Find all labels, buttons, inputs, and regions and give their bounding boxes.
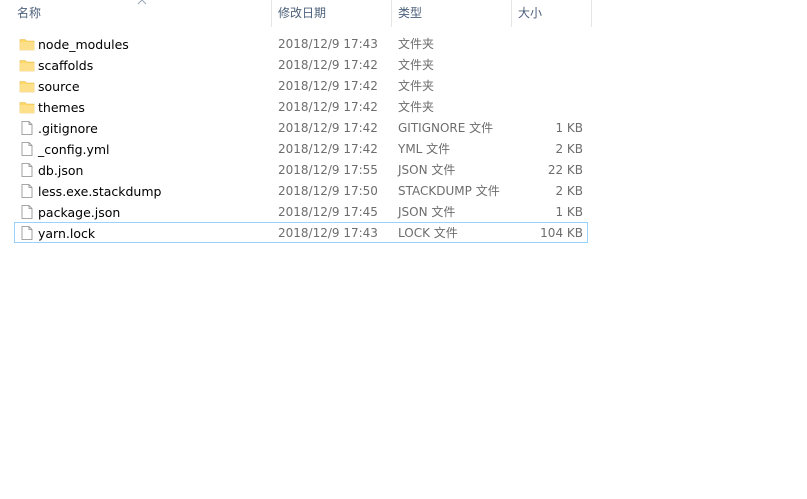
file-list: node_modules 2018/12/9 17:43 文件夹 scaffol… (14, 33, 588, 243)
file-type: 文件夹 (398, 37, 435, 51)
file-row[interactable]: themes 2018/12/9 17:42 文件夹 (14, 96, 588, 117)
file-name: .gitignore (38, 121, 98, 136)
file-row[interactable]: .gitignore 2018/12/9 17:42 GITIGNORE 文件 … (14, 117, 588, 138)
file-name: less.exe.stackdump (38, 184, 162, 199)
file-date: 2018/12/9 17:43 (278, 226, 378, 240)
file-date: 2018/12/9 17:42 (278, 58, 378, 72)
file-size: 22 KB (547, 163, 583, 177)
file-date: 2018/12/9 17:50 (278, 184, 378, 198)
column-header-date[interactable]: 修改日期 (272, 0, 392, 27)
file-size: 104 KB (540, 226, 583, 240)
file-date: 2018/12/9 17:45 (278, 205, 378, 219)
file-type: 文件夹 (398, 79, 435, 93)
file-row[interactable]: package.json 2018/12/9 17:45 JSON 文件 1 K… (14, 201, 588, 222)
file-icon (21, 163, 33, 177)
file-type: 文件夹 (398, 58, 435, 72)
file-explorer-details-view: 名称 修改日期 类型 大小 node_modules 2018/12/9 17:… (0, 0, 807, 499)
file-icon (21, 142, 33, 156)
file-name: db.json (38, 163, 84, 178)
file-type: YML 文件 (398, 142, 451, 156)
folder-icon (19, 39, 35, 51)
file-icon (21, 205, 33, 219)
folder-icon (19, 102, 35, 114)
file-row[interactable]: less.exe.stackdump 2018/12/9 17:50 STACK… (14, 180, 588, 201)
file-type: STACKDUMP 文件 (398, 184, 500, 198)
file-row[interactable]: source 2018/12/9 17:42 文件夹 (14, 75, 588, 96)
file-size: 2 KB (555, 142, 583, 156)
folder-icon (19, 81, 35, 93)
file-name: node_modules (38, 37, 129, 52)
file-type: LOCK 文件 (398, 226, 458, 240)
file-date: 2018/12/9 17:42 (278, 121, 378, 135)
file-icon (21, 121, 33, 135)
file-type: GITIGNORE 文件 (398, 121, 494, 135)
file-row[interactable]: node_modules 2018/12/9 17:43 文件夹 (14, 33, 588, 54)
file-name: package.json (38, 205, 121, 220)
file-type: 文件夹 (398, 100, 435, 114)
file-row[interactable]: _config.yml 2018/12/9 17:42 YML 文件 2 KB (14, 138, 588, 159)
file-name: yarn.lock (38, 226, 96, 241)
file-size: 1 KB (555, 121, 583, 135)
file-size: 1 KB (555, 205, 583, 219)
file-icon (21, 226, 33, 240)
file-icon (21, 184, 33, 198)
folder-icon (19, 60, 35, 72)
column-header-size[interactable]: 大小 (512, 0, 592, 27)
column-header-type[interactable]: 类型 (392, 0, 512, 27)
file-size: 2 KB (555, 184, 583, 198)
file-name: _config.yml (38, 142, 110, 157)
file-name: source (38, 79, 80, 94)
file-name: scaffolds (38, 58, 94, 73)
sort-ascending-icon (137, 0, 147, 5)
file-row[interactable]: db.json 2018/12/9 17:55 JSON 文件 22 KB (14, 159, 588, 180)
file-row-focused[interactable]: yarn.lock 2018/12/9 17:43 LOCK 文件 104 KB (14, 222, 588, 243)
file-date: 2018/12/9 17:43 (278, 37, 378, 51)
file-type: JSON 文件 (398, 205, 456, 219)
column-header-bar: 名称 修改日期 类型 大小 (0, 0, 592, 27)
file-name: themes (38, 100, 85, 115)
file-row[interactable]: scaffolds 2018/12/9 17:42 文件夹 (14, 54, 588, 75)
file-date: 2018/12/9 17:42 (278, 100, 378, 114)
file-date: 2018/12/9 17:55 (278, 163, 378, 177)
file-date: 2018/12/9 17:42 (278, 79, 378, 93)
file-type: JSON 文件 (398, 163, 456, 177)
file-date: 2018/12/9 17:42 (278, 142, 378, 156)
